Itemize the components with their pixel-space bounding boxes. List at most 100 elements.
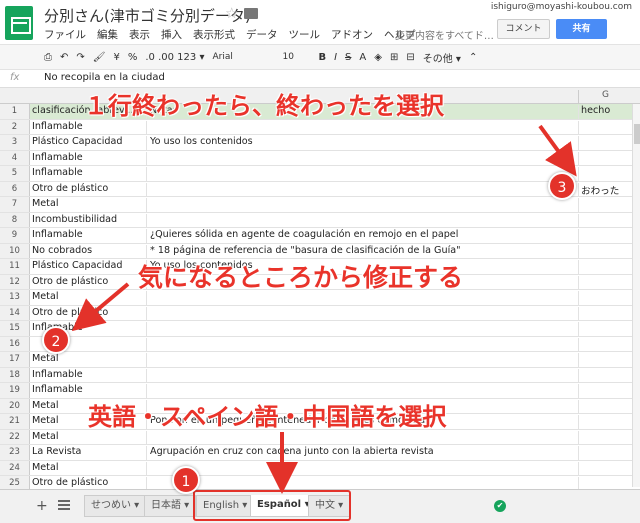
document-title[interactable]: 分別さん(津市ゴミ分別データ) [44, 5, 251, 26]
row-number[interactable]: 17 [0, 352, 30, 367]
text-color-icon[interactable]: A [359, 52, 366, 63]
table-row[interactable]: 9 Inflamable ¿Quieres sólida en agente de … [0, 228, 632, 244]
cell-a[interactable]: Plástico Capacidad [32, 260, 146, 271]
cell-g[interactable] [578, 446, 632, 460]
table-row[interactable]: 24 Metal [0, 460, 632, 476]
menu-tools[interactable]: ツール [289, 27, 321, 42]
font-size-select[interactable]: 10 [282, 52, 310, 62]
row-number[interactable]: 1 [0, 104, 30, 119]
cell-a[interactable]: Inflamable [32, 152, 146, 163]
cell-a[interactable]: Inflamable [32, 229, 146, 240]
table-row[interactable]: 14 Otro de plástico [0, 305, 632, 321]
cell-g[interactable] [578, 260, 632, 274]
sheet-tab-setsumei[interactable]: せつめい ▾ [84, 495, 147, 517]
cell-a[interactable]: Metal [32, 291, 146, 302]
redo-icon[interactable]: ↷ [76, 52, 84, 63]
cell-b[interactable]: Agrupación en cruz con cadena junto con … [146, 446, 578, 460]
cell-b[interactable] [146, 368, 578, 383]
cell-a[interactable]: La Revista [32, 446, 146, 457]
cell-g[interactable] [578, 275, 632, 290]
folder-icon[interactable] [244, 8, 258, 19]
row-number[interactable]: 23 [0, 445, 30, 460]
vertical-scrollbar[interactable] [632, 104, 640, 487]
cell-g[interactable] [578, 461, 632, 476]
cell-b[interactable] [146, 353, 578, 367]
row-number[interactable]: 10 [0, 243, 30, 258]
borders-icon[interactable]: ⊞ [390, 52, 398, 63]
cell-g[interactable]: hecho [578, 105, 632, 119]
cell-g[interactable] [578, 399, 632, 414]
star-icon[interactable]: ☆ [225, 4, 238, 22]
menu-file[interactable]: ファイル [44, 27, 86, 42]
row-number[interactable]: 2 [0, 119, 30, 134]
share-button[interactable]: 共有 [556, 19, 607, 39]
menu-addons[interactable]: アドオン [331, 27, 373, 42]
table-row[interactable]: 4 Inflamable [0, 150, 632, 166]
cell-g[interactable] [578, 120, 632, 135]
table-row[interactable]: 18 Inflamable [0, 367, 632, 383]
cell-g[interactable] [578, 415, 632, 429]
table-row[interactable]: 17 Metal [0, 352, 632, 368]
italic-button[interactable]: I [334, 52, 337, 63]
cell-b[interactable] [146, 167, 578, 181]
cell-b[interactable] [146, 120, 578, 135]
fill-color-icon[interactable]: ◈ [374, 52, 382, 63]
row-number[interactable]: 9 [0, 228, 30, 243]
cell-g[interactable] [578, 136, 632, 150]
cell-a[interactable]: Inflamable [32, 167, 146, 178]
sheet-tab-japanese[interactable]: 日本語 ▾ [144, 495, 197, 517]
cell-a[interactable]: Otro de plástico [32, 307, 146, 318]
row-number[interactable]: 21 [0, 414, 30, 429]
row-number[interactable]: 4 [0, 150, 30, 165]
table-row[interactable]: 23 La Revista Agrupación en cruz con caden… [0, 445, 632, 461]
undo-icon[interactable]: ↶ [60, 52, 68, 63]
cell-g[interactable] [578, 384, 632, 398]
row-number[interactable]: 14 [0, 305, 30, 320]
cell-a[interactable]: Metal [32, 198, 146, 209]
row-number[interactable]: 11 [0, 259, 30, 274]
row-number[interactable]: 8 [0, 212, 30, 227]
table-row[interactable]: 7 Metal [0, 197, 632, 213]
cell-b[interactable]: * 18 página de referencia de "basura de … [146, 244, 578, 259]
cell-g[interactable] [578, 198, 632, 212]
user-email[interactable]: ishiguro@moyashi-koubou.com [491, 2, 632, 12]
cell-g[interactable] [578, 244, 632, 259]
cell-g[interactable] [578, 213, 632, 228]
table-row[interactable]: 10 No cobrados * 18 página de referencia d… [0, 243, 632, 259]
cell-a[interactable]: Otro de plástico [32, 477, 146, 488]
formula-input[interactable]: No recopila en la ciudad [44, 72, 165, 83]
table-row[interactable]: 15Inflamable [0, 321, 632, 337]
menu-view[interactable]: 表示 [129, 27, 150, 42]
menu-insert[interactable]: 挿入 [161, 27, 182, 42]
cell-b[interactable] [146, 182, 578, 197]
cell-b[interactable] [146, 337, 578, 352]
currency-format-button[interactable]: ¥ [113, 52, 119, 63]
menu-data[interactable]: データ [246, 27, 278, 42]
add-sheet-icon[interactable]: + [36, 498, 48, 514]
table-row[interactable]: 2 Inflamable [0, 119, 632, 135]
cell-b[interactable] [146, 306, 578, 321]
table-row[interactable]: 3 Plástico Capacidad Yo uso los contenidos [0, 135, 632, 151]
cell-g[interactable] [578, 306, 632, 321]
comment-button[interactable]: コメント [497, 19, 550, 39]
cell-g[interactable] [578, 167, 632, 181]
sheet-list-icon[interactable] [58, 500, 70, 510]
table-row[interactable]: 5 Inflamable [0, 166, 632, 182]
cell-b[interactable] [146, 151, 578, 166]
cell-a[interactable]: Metal [32, 353, 146, 364]
row-number[interactable]: 19 [0, 383, 30, 398]
cell-a[interactable]: Metal [32, 462, 146, 473]
font-select[interactable]: Arial [212, 52, 274, 62]
collapse-icon[interactable]: ⌃ [469, 52, 477, 63]
cell-a[interactable]: Plástico Capacidad [32, 136, 146, 147]
scrollbar-thumb[interactable] [634, 124, 640, 144]
merge-icon[interactable]: ⊟ [406, 52, 414, 63]
cell-g[interactable] [578, 322, 632, 336]
cell-a[interactable]: Inflamable [32, 369, 146, 380]
row-number[interactable]: 22 [0, 429, 30, 444]
number-format-button[interactable]: .0 .00 123 ▾ [145, 52, 204, 63]
bold-button[interactable]: B [318, 52, 326, 63]
sheets-logo-icon[interactable] [5, 6, 33, 40]
menu-edit[interactable]: 編集 [97, 27, 118, 42]
table-row[interactable]: 6 Otro de plástico おわった [0, 181, 632, 197]
